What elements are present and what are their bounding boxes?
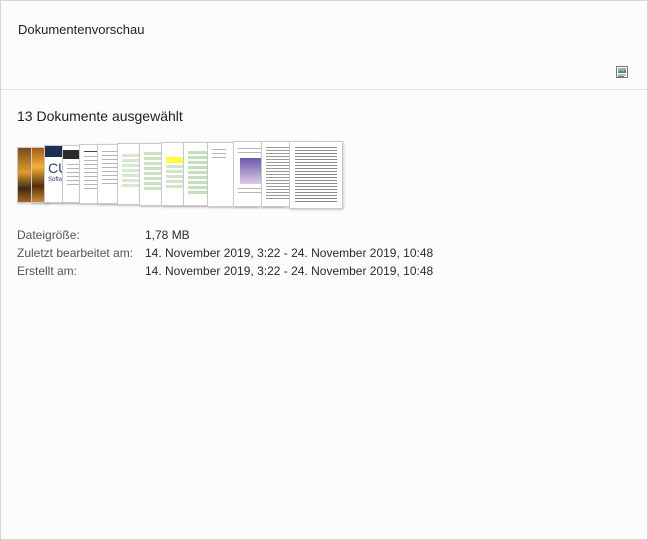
property-row-created: Erstellt am: 14. November 2019, 3:22 - 2… [17, 262, 631, 280]
image-view-icon [616, 66, 628, 78]
property-row-size: Dateigröße: 1,78 MB [17, 226, 631, 244]
cover-subtext: Softw [48, 177, 64, 183]
property-value: 1,78 MB [145, 228, 190, 242]
property-value: 14. November 2019, 3:22 - 24. November 2… [145, 264, 434, 278]
pane-title: Dokumentenvorschau [18, 22, 145, 37]
selection-count: 13 Dokumente ausgewählt [17, 108, 183, 124]
property-label: Erstellt am: [17, 264, 78, 278]
document-preview-pane: Dokumentenvorschau 13 Dokumente ausgewäh… [0, 0, 648, 540]
properties-table: Dateigröße: 1,78 MB Zuletzt bearbeitet a… [17, 226, 631, 280]
property-row-modified: Zuletzt bearbeitet am: 14. November 2019… [17, 244, 631, 262]
thumbnail-14 [289, 141, 343, 209]
property-label: Dateigröße: [17, 228, 80, 242]
preview-header: Dokumentenvorschau [1, 1, 647, 90]
property-label: Zuletzt bearbeitet am: [17, 246, 134, 260]
document-thumbnail-stack[interactable]: CU Softw [17, 141, 631, 211]
property-value: 14. November 2019, 3:22 - 24. November 2… [145, 246, 434, 260]
image-view-button[interactable] [615, 65, 629, 79]
